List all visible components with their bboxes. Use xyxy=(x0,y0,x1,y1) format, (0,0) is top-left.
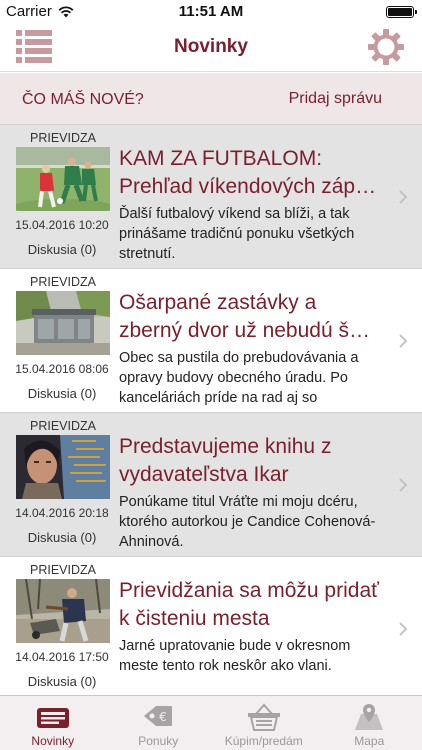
tab-kupim-predam[interactable]: Kúpim/predám xyxy=(211,696,317,750)
discussion-link[interactable]: Diskusia (0) xyxy=(10,530,114,545)
article-title[interactable]: Prievidžania sa môžu pridať k čisteniu m… xyxy=(119,577,387,633)
tab-mapa[interactable]: Mapa xyxy=(317,696,422,750)
article-excerpt: Ďalší futbalový víkend sa blíži, a tak p… xyxy=(119,206,355,262)
tab-label: Kúpim/predám xyxy=(224,734,303,748)
discussion-link[interactable]: Diskusia (0) xyxy=(10,242,114,257)
article-source: PRIEVIDZA xyxy=(30,275,96,289)
article-row[interactable]: PRIEVIDZA 14.04.2016 17:50 Diskusia (0) … xyxy=(0,557,422,695)
discussion-link[interactable]: Diskusia (0) xyxy=(10,386,114,401)
news-feed[interactable]: PRIEVIDZA 15.04.2016 10:20 Diskusia (0) xyxy=(0,125,422,695)
article-excerpt: Obec sa pustila do prebudovávania a opra… xyxy=(119,350,359,406)
tab-label: Ponuky xyxy=(138,734,179,748)
article-title-line: Prievidžania sa môžu pridať xyxy=(119,579,379,602)
compose-bar: ČO MÁŠ NOVÉ? Pridaj správu xyxy=(0,73,422,125)
price-tag-icon: € xyxy=(144,706,173,726)
tab-label: Novinky xyxy=(31,734,75,748)
article-title-line: k čisteniu mesta xyxy=(119,607,270,630)
article-source: PRIEVIDZA xyxy=(30,131,96,145)
article-excerpt: Jarné upratovanie bude v okresnom meste … xyxy=(119,638,351,674)
tab-novinky[interactable]: Novinky xyxy=(0,696,106,750)
compose-prompt[interactable]: ČO MÁŠ NOVÉ? xyxy=(22,91,144,109)
tab-label: Mapa xyxy=(354,734,385,748)
svg-text:€: € xyxy=(159,710,167,724)
article-date: 15.04.2016 08:06 xyxy=(15,362,109,376)
article-row[interactable]: PRIEVIDZA 15.04.2016 08:06 Diskusia (0) … xyxy=(0,269,422,413)
nav-bar: Novinky xyxy=(0,22,422,72)
article-date: 14.04.2016 20:18 xyxy=(15,506,109,520)
article-title-line: Predstavujeme knihu z xyxy=(119,435,332,458)
tab-ponuky[interactable]: € Ponuky xyxy=(106,696,212,750)
article-title-line: Ošarpané zastávky a xyxy=(119,291,317,314)
article-source: PRIEVIDZA xyxy=(30,419,96,433)
article-title[interactable]: Ošarpané zastávky a zberný dvor už nebud… xyxy=(119,289,387,345)
article-excerpt: Ponúkame titul Vráťte mi moju dcéru, kto… xyxy=(119,494,376,550)
article-row[interactable]: PRIEVIDZA 14.04.2016 20:18 Diskusia (0) … xyxy=(0,413,422,557)
article-thumbnail-bus-stop xyxy=(16,291,110,355)
article-thumbnail-cleanup xyxy=(16,579,110,643)
chevron-right-icon xyxy=(399,334,408,348)
chevron-right-icon xyxy=(399,478,408,492)
article-thumbnail-football xyxy=(16,147,110,211)
page-title: Novinky xyxy=(174,36,248,57)
article-title[interactable]: Predstavujeme knihu z vydavateľstva Ikar xyxy=(119,433,387,489)
article-source: PRIEVIDZA xyxy=(30,563,96,577)
map-pin-icon xyxy=(355,704,384,730)
article-title-line: KAM ZA FUTBALOM: xyxy=(119,147,323,170)
gear-icon[interactable] xyxy=(368,29,404,65)
discussion-link[interactable]: Diskusia (0) xyxy=(10,674,114,689)
status-bar: Carrier 11:51 AM xyxy=(0,0,422,22)
article-title-line: Prehľad víkendových záp… xyxy=(119,175,377,198)
article-date: 14.04.2016 17:50 xyxy=(15,650,109,664)
article-title-line: vydavateľstva Ikar xyxy=(119,463,289,486)
chevron-right-icon xyxy=(399,190,408,204)
article-thumbnail-book xyxy=(16,435,110,499)
battery-icon xyxy=(386,6,417,18)
newspaper-icon xyxy=(36,708,69,728)
add-post-button[interactable]: Pridaj správu xyxy=(289,90,382,108)
article-date: 15.04.2016 10:20 xyxy=(15,218,109,232)
shopping-basket-icon xyxy=(247,703,280,731)
article-title-line: zberný dvor už nebudú š… xyxy=(119,319,370,342)
article-row[interactable]: PRIEVIDZA 15.04.2016 10:20 Diskusia (0) xyxy=(0,125,422,269)
status-time: 11:51 AM xyxy=(178,3,244,20)
chevron-right-icon xyxy=(399,622,408,636)
tab-bar: Novinky € Ponuky Kúpim/predám Mapa xyxy=(0,695,422,750)
article-title[interactable]: KAM ZA FUTBALOM: Prehľad víkendových záp… xyxy=(119,145,387,201)
